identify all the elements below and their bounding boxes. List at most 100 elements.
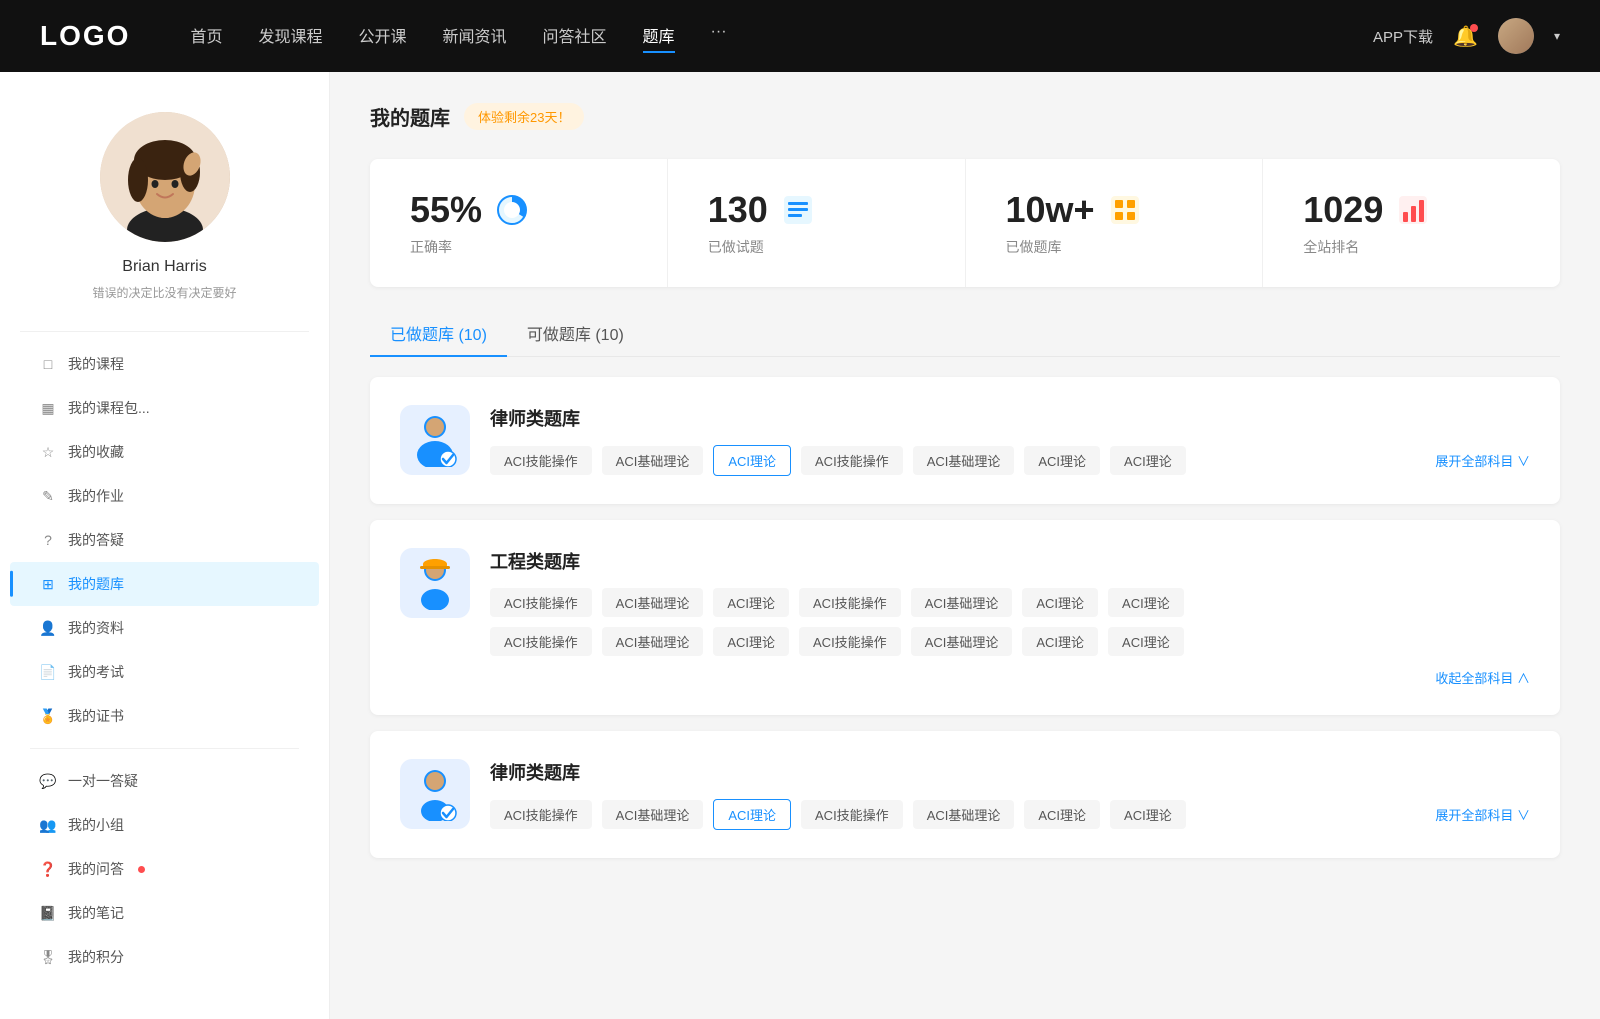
sidebar-item-certificate[interactable]: 🏅 我的证书 xyxy=(10,694,319,738)
avatar[interactable] xyxy=(1498,18,1534,54)
tag-eng2-theory-2[interactable]: ACI理论 xyxy=(1022,627,1098,656)
sidebar-item-course-package[interactable]: ▦ 我的课程包... xyxy=(10,386,319,430)
medal-icon: 🎖 xyxy=(40,949,56,965)
sidebar-item-group-label: 我的小组 xyxy=(68,815,124,835)
nav-news[interactable]: 新闻资讯 xyxy=(443,19,507,53)
question-icon: ❓ xyxy=(40,861,56,877)
nav-discover[interactable]: 发现课程 xyxy=(258,19,322,53)
sidebar-item-quiz-bank[interactable]: ⊞ 我的题库 xyxy=(10,562,319,606)
main-layout: Brian Harris 错误的决定比没有决定要好 □ 我的课程 ▦ 我的课程包… xyxy=(0,72,1600,1019)
navbar: LOGO 首页 发现课程 公开课 新闻资讯 问答社区 题库 ··· APP下载 … xyxy=(0,0,1600,72)
bank-info-lawyer-2: 律师类题库 ACI技能操作 ACI基础理论 ACI理论 ACI技能操作 ACI基… xyxy=(490,759,1530,830)
tag-eng-skill-2[interactable]: ACI技能操作 xyxy=(799,588,901,617)
sidebar-item-course[interactable]: □ 我的课程 xyxy=(10,342,319,386)
sidebar-item-exam[interactable]: 📄 我的考试 xyxy=(10,650,319,694)
tag-eng2-skill-1[interactable]: ACI技能操作 xyxy=(490,627,592,656)
collapse-link-engineer[interactable]: 收起全部科目 ∧ xyxy=(490,668,1530,687)
nav-quiz[interactable]: 题库 xyxy=(643,19,675,53)
tag-law2-skill-2[interactable]: ACI技能操作 xyxy=(801,800,903,829)
sidebar-item-one-on-one[interactable]: 💬 一对一答疑 xyxy=(10,759,319,803)
expand-link-lawyer-2[interactable]: 展开全部科目 ∨ xyxy=(1435,805,1530,824)
qa-badge xyxy=(138,866,145,873)
sidebar-item-notes[interactable]: 📓 我的笔记 xyxy=(10,891,319,935)
bank-name-lawyer-2: 律师类题库 xyxy=(490,759,1530,785)
user-icon: 👤 xyxy=(40,620,56,636)
nav-open-course[interactable]: 公开课 xyxy=(358,19,406,53)
tag-eng2-theory-3[interactable]: ACI理论 xyxy=(1108,627,1184,656)
tag-aci-basic-2[interactable]: ACI基础理论 xyxy=(913,446,1015,475)
sidebar-item-qa[interactable]: ? 我的答疑 xyxy=(10,518,319,562)
nav-home[interactable]: 首页 xyxy=(190,19,222,53)
tag-eng-theory-3[interactable]: ACI理论 xyxy=(1108,588,1184,617)
tag-law2-theory-3[interactable]: ACI理论 xyxy=(1110,800,1186,829)
stat-done-questions-label: 已做试题 xyxy=(708,237,925,257)
tag-law2-basic-2[interactable]: ACI基础理论 xyxy=(913,800,1015,829)
sidebar-item-homework[interactable]: ✎ 我的作业 xyxy=(10,474,319,518)
list-svg xyxy=(780,192,816,228)
bank-info-lawyer-1: 律师类题库 ACI技能操作 ACI基础理论 ACI理论 ACI技能操作 ACI基… xyxy=(490,405,1530,476)
certificate-icon: 🏅 xyxy=(40,708,56,724)
tag-eng2-skill-2[interactable]: ACI技能操作 xyxy=(799,627,901,656)
stat-rank: 1029 全站排名 xyxy=(1263,159,1560,287)
tag-eng-basic-1[interactable]: ACI基础理论 xyxy=(602,588,704,617)
sidebar-item-points-label: 我的积分 xyxy=(68,947,124,967)
sidebar-item-certificate-label: 我的证书 xyxy=(68,706,124,726)
nav-more[interactable]: ··· xyxy=(711,19,727,53)
bank-card-lawyer-2-header: 律师类题库 ACI技能操作 ACI基础理论 ACI理论 ACI技能操作 ACI基… xyxy=(400,759,1530,830)
avatar-dropdown-icon[interactable]: ▾ xyxy=(1554,29,1560,43)
sidebar-item-course-label: 我的课程 xyxy=(68,354,124,374)
bank-name-lawyer-1: 律师类题库 xyxy=(490,405,1530,431)
sidebar-divider-2 xyxy=(30,748,299,749)
tag-eng2-theory-1[interactable]: ACI理论 xyxy=(713,627,789,656)
tag-aci-basic-1[interactable]: ACI基础理论 xyxy=(602,446,704,475)
lawyer-icon xyxy=(400,405,470,475)
lawyer-svg-2 xyxy=(410,767,460,821)
tag-aci-skill-1[interactable]: ACI技能操作 xyxy=(490,446,592,475)
pie-chart-icon xyxy=(494,192,530,228)
tag-eng-basic-2[interactable]: ACI基础理论 xyxy=(911,588,1013,617)
tag-law2-basic-1[interactable]: ACI基础理论 xyxy=(602,800,704,829)
sidebar-item-profile[interactable]: 👤 我的资料 xyxy=(10,606,319,650)
tag-aci-theory-3[interactable]: ACI理论 xyxy=(1110,446,1186,475)
tab-done-banks[interactable]: 已做题库 (10) xyxy=(370,311,507,357)
app-download-link[interactable]: APP下载 xyxy=(1373,26,1433,47)
nav-right: APP下载 🔔 ▾ xyxy=(1373,18,1560,54)
tag-row-engineer-2: ACI技能操作 ACI基础理论 ACI理论 ACI技能操作 ACI基础理论 AC… xyxy=(490,627,1530,656)
tag-eng2-basic-2[interactable]: ACI基础理论 xyxy=(911,627,1013,656)
bank-info-engineer: 工程类题库 ACI技能操作 ACI基础理论 ACI理论 ACI技能操作 ACI基… xyxy=(490,548,1530,687)
grid-icon xyxy=(1107,192,1143,228)
sidebar-item-my-qa[interactable]: ❓ 我的问答 xyxy=(10,847,319,891)
sidebar-item-quiz-bank-label: 我的题库 xyxy=(68,574,124,594)
tag-eng-theory-1[interactable]: ACI理论 xyxy=(713,588,789,617)
bank-card-lawyer-1-header: 律师类题库 ACI技能操作 ACI基础理论 ACI理论 ACI技能操作 ACI基… xyxy=(400,405,1530,476)
tag-eng-skill-1[interactable]: ACI技能操作 xyxy=(490,588,592,617)
lawyer-svg xyxy=(410,413,460,467)
table-icon: ⊞ xyxy=(40,576,56,592)
tab-available-banks[interactable]: 可做题库 (10) xyxy=(507,311,644,357)
tag-aci-skill-2[interactable]: ACI技能操作 xyxy=(801,446,903,475)
tag-eng-theory-2[interactable]: ACI理论 xyxy=(1022,588,1098,617)
stats-row: 55% 正确率 130 xyxy=(370,159,1560,287)
nav-qa[interactable]: 问答社区 xyxy=(543,19,607,53)
sidebar-item-points[interactable]: 🎖 我的积分 xyxy=(10,935,319,979)
tag-law2-theory-2[interactable]: ACI理论 xyxy=(1024,800,1100,829)
group-icon: 👥 xyxy=(40,817,56,833)
stat-done-questions: 130 已做试题 xyxy=(668,159,966,287)
stat-done-questions-value-row: 130 xyxy=(708,189,925,231)
user-avatar xyxy=(100,112,230,242)
sidebar-item-course-package-label: 我的课程包... xyxy=(68,398,150,418)
tag-eng2-basic-1[interactable]: ACI基础理论 xyxy=(602,627,704,656)
notification-bell[interactable]: 🔔 xyxy=(1453,24,1478,49)
tag-law2-theory-active[interactable]: ACI理论 xyxy=(713,799,791,830)
sidebar-item-favorites[interactable]: ☆ 我的收藏 xyxy=(10,430,319,474)
sidebar-motto: 错误的决定比没有决定要好 xyxy=(92,284,236,301)
sidebar-item-profile-label: 我的资料 xyxy=(68,618,124,638)
stat-accuracy-value: 55% xyxy=(410,189,482,231)
expand-link-lawyer-1[interactable]: 展开全部科目 ∨ xyxy=(1435,451,1530,470)
tag-aci-theory-2[interactable]: ACI理论 xyxy=(1024,446,1100,475)
tag-aci-theory-active-1[interactable]: ACI理论 xyxy=(713,445,791,476)
tag-law2-skill-1[interactable]: ACI技能操作 xyxy=(490,800,592,829)
document-icon: □ xyxy=(40,356,56,372)
notebook-icon: 📓 xyxy=(40,905,56,921)
sidebar-item-group[interactable]: 👥 我的小组 xyxy=(10,803,319,847)
